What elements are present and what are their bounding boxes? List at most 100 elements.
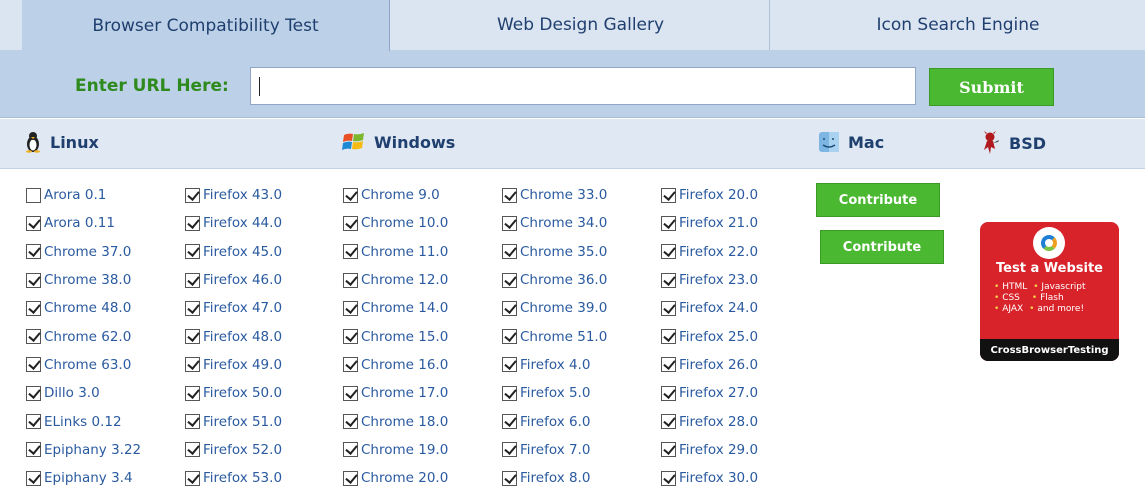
checkbox-checked[interactable] — [343, 272, 358, 288]
browser-option[interactable]: Firefox 48.0 — [185, 322, 282, 350]
browser-option[interactable]: Chrome 48.0 — [26, 294, 141, 322]
browser-option[interactable]: Firefox 7.0 — [502, 436, 607, 464]
os-mac[interactable]: Mac — [818, 131, 884, 153]
checkbox-checked[interactable] — [502, 244, 517, 260]
checkbox-checked[interactable] — [343, 300, 358, 316]
browser-option[interactable]: Firefox 30.0 — [661, 464, 758, 492]
browser-option[interactable]: Firefox 23.0 — [661, 266, 758, 294]
browser-option[interactable]: Firefox 53.0 — [185, 464, 282, 492]
browser-option[interactable]: Firefox 4.0 — [502, 351, 607, 379]
browser-option[interactable]: Firefox 29.0 — [661, 436, 758, 464]
checkbox-checked[interactable] — [26, 385, 41, 401]
browser-option[interactable]: Chrome 62.0 — [26, 322, 141, 350]
browser-option[interactable]: Chrome 19.0 — [343, 436, 448, 464]
checkbox-checked[interactable] — [26, 300, 41, 316]
browser-option[interactable]: Chrome 11.0 — [343, 238, 448, 266]
checkbox-checked[interactable] — [661, 187, 676, 203]
browser-option[interactable]: Firefox 45.0 — [185, 238, 282, 266]
browser-option[interactable]: Epiphany 3.4 — [26, 464, 141, 492]
browser-option[interactable]: Firefox 25.0 — [661, 322, 758, 350]
submit-button[interactable]: Submit — [929, 68, 1054, 106]
browser-option[interactable]: Firefox 26.0 — [661, 351, 758, 379]
contribute-button-mac[interactable]: Contribute — [816, 183, 940, 217]
os-windows[interactable]: Windows — [342, 131, 455, 153]
checkbox-checked[interactable] — [502, 442, 517, 458]
checkbox-checked[interactable] — [343, 385, 358, 401]
browser-option[interactable]: Chrome 18.0 — [343, 407, 448, 435]
browser-option[interactable]: Chrome 15.0 — [343, 322, 448, 350]
browser-option[interactable]: Chrome 51.0 — [502, 322, 607, 350]
os-linux[interactable]: Linux — [24, 131, 99, 153]
checkbox-checked[interactable] — [26, 470, 41, 486]
checkbox-checked[interactable] — [502, 357, 517, 373]
browser-option[interactable]: Firefox 49.0 — [185, 351, 282, 379]
browser-option[interactable]: Firefox 22.0 — [661, 238, 758, 266]
checkbox-checked[interactable] — [502, 272, 517, 288]
checkbox-checked[interactable] — [661, 470, 676, 486]
browser-option[interactable]: Chrome 36.0 — [502, 266, 607, 294]
browser-option[interactable]: Firefox 6.0 — [502, 407, 607, 435]
browser-option[interactable]: Chrome 10.0 — [343, 209, 448, 237]
tab-browser-compatibility-test[interactable]: Browser Compatibility Test — [22, 0, 390, 51]
browser-option[interactable]: Firefox 21.0 — [661, 209, 758, 237]
checkbox-checked[interactable] — [502, 187, 517, 203]
browser-option[interactable]: ELinks 0.12 — [26, 407, 141, 435]
checkbox-checked[interactable] — [26, 357, 41, 373]
checkbox-checked[interactable] — [26, 244, 41, 260]
browser-option[interactable]: Firefox 52.0 — [185, 436, 282, 464]
checkbox-checked[interactable] — [185, 385, 200, 401]
checkbox-checked[interactable] — [26, 329, 41, 345]
checkbox-checked[interactable] — [26, 215, 41, 231]
url-input[interactable] — [250, 67, 916, 105]
checkbox-checked[interactable] — [661, 357, 676, 373]
checkbox-checked[interactable] — [185, 300, 200, 316]
browser-option[interactable]: Firefox 20.0 — [661, 181, 758, 209]
browser-option[interactable]: Chrome 20.0 — [343, 464, 448, 492]
checkbox-checked[interactable] — [502, 414, 517, 430]
browser-option[interactable]: Chrome 63.0 — [26, 351, 141, 379]
browser-option[interactable]: Chrome 9.0 — [343, 181, 448, 209]
browser-option[interactable]: Chrome 38.0 — [26, 266, 141, 294]
browser-option[interactable]: Arora 0.11 — [26, 209, 141, 237]
checkbox-checked[interactable] — [661, 215, 676, 231]
checkbox-checked[interactable] — [343, 215, 358, 231]
browser-option[interactable]: Firefox 43.0 — [185, 181, 282, 209]
checkbox-checked[interactable] — [343, 414, 358, 430]
checkbox-checked[interactable] — [661, 385, 676, 401]
checkbox-checked[interactable] — [343, 357, 358, 373]
tab-web-design-gallery[interactable]: Web Design Gallery — [392, 0, 770, 50]
browser-option[interactable]: Dillo 3.0 — [26, 379, 141, 407]
browser-option[interactable]: Firefox 44.0 — [185, 209, 282, 237]
checkbox-checked[interactable] — [661, 442, 676, 458]
checkbox-checked[interactable] — [661, 414, 676, 430]
browser-option[interactable]: Chrome 39.0 — [502, 294, 607, 322]
checkbox-checked[interactable] — [502, 470, 517, 486]
os-bsd[interactable]: BSD — [979, 131, 1046, 155]
checkbox-checked[interactable] — [343, 187, 358, 203]
checkbox-checked[interactable] — [343, 442, 358, 458]
checkbox-checked[interactable] — [502, 215, 517, 231]
checkbox-unchecked[interactable] — [26, 187, 41, 203]
checkbox-checked[interactable] — [185, 244, 200, 260]
checkbox-checked[interactable] — [185, 470, 200, 486]
tab-icon-search-engine[interactable]: Icon Search Engine — [771, 0, 1145, 50]
crossbrowsertesting-ad[interactable]: Test a Website • HTML • Javascript • CSS… — [980, 222, 1119, 361]
browser-option[interactable]: Firefox 24.0 — [661, 294, 758, 322]
browser-option[interactable]: Chrome 35.0 — [502, 238, 607, 266]
checkbox-checked[interactable] — [185, 329, 200, 345]
browser-option[interactable]: Chrome 17.0 — [343, 379, 448, 407]
browser-option[interactable]: Firefox 5.0 — [502, 379, 607, 407]
browser-option[interactable]: Firefox 8.0 — [502, 464, 607, 492]
browser-option[interactable]: Firefox 47.0 — [185, 294, 282, 322]
checkbox-checked[interactable] — [343, 244, 358, 260]
checkbox-checked[interactable] — [185, 357, 200, 373]
checkbox-checked[interactable] — [185, 272, 200, 288]
browser-option[interactable]: Firefox 28.0 — [661, 407, 758, 435]
browser-option[interactable]: Chrome 34.0 — [502, 209, 607, 237]
browser-option[interactable]: Chrome 16.0 — [343, 351, 448, 379]
browser-option[interactable]: Firefox 27.0 — [661, 379, 758, 407]
checkbox-checked[interactable] — [661, 272, 676, 288]
checkbox-checked[interactable] — [661, 300, 676, 316]
checkbox-checked[interactable] — [502, 385, 517, 401]
checkbox-checked[interactable] — [26, 442, 41, 458]
